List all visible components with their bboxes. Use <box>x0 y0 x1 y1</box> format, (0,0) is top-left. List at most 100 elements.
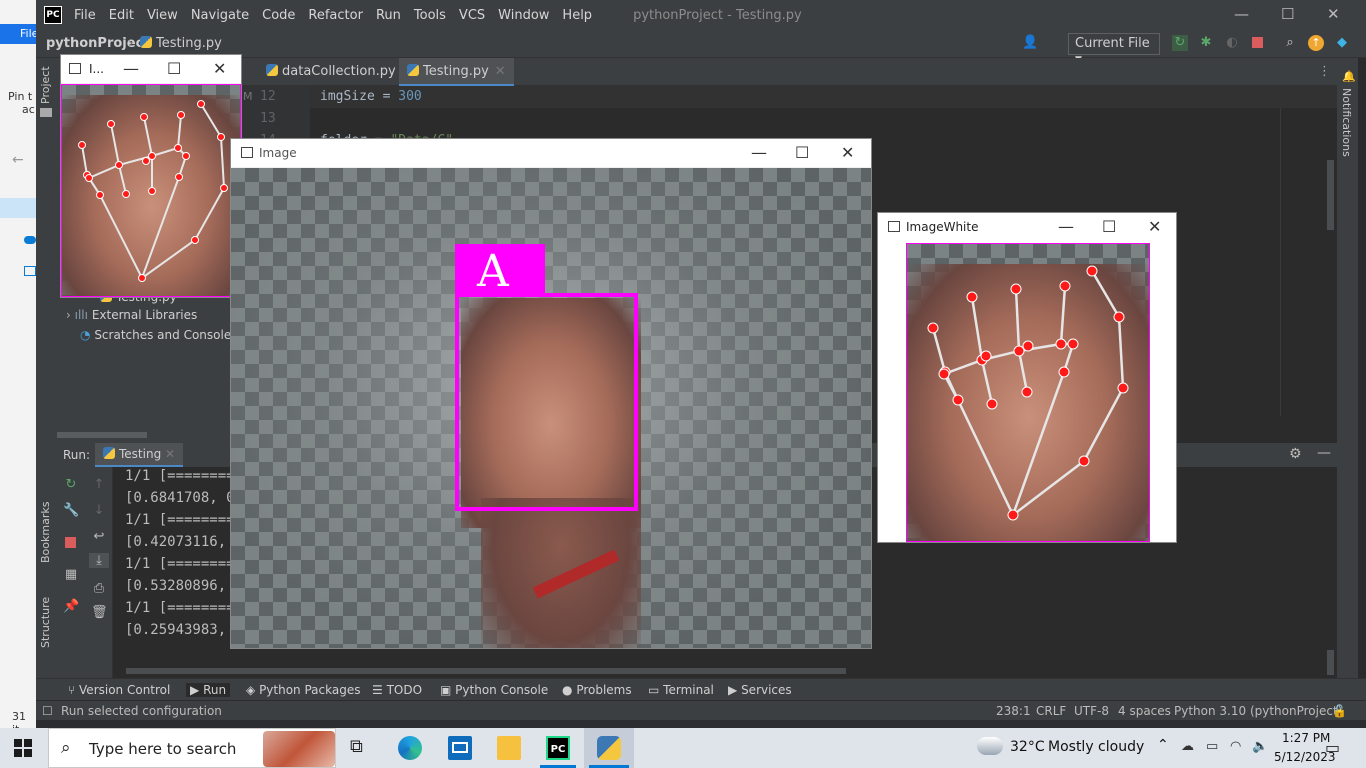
bg-back-icon[interactable]: ← <box>12 152 24 168</box>
tree-item-external-libraries[interactable]: › ıllı External Libraries <box>66 308 197 322</box>
minimize-icon[interactable]: — <box>1058 217 1074 236</box>
lock-icon[interactable]: 🔓 <box>1332 704 1347 718</box>
print-icon[interactable]: ⎙ <box>91 581 107 596</box>
gear-icon[interactable]: ⚙ <box>1289 446 1302 462</box>
rerun-icon[interactable]: ↻ <box>1172 35 1188 51</box>
maximize-icon[interactable]: ☐ <box>1102 217 1116 236</box>
status-encoding[interactable]: UTF-8 <box>1074 704 1109 718</box>
menu-edit[interactable]: Edit <box>109 8 134 23</box>
edge-browser-icon[interactable] <box>398 736 422 760</box>
weather-description[interactable]: Mostly cloudy <box>1048 739 1144 755</box>
close-icon[interactable]: ✕ <box>1148 217 1161 236</box>
menu-window[interactable]: Window <box>498 8 549 23</box>
wrench-icon[interactable]: 🔧 <box>63 503 79 518</box>
chevron-up-icon[interactable]: ⌃ <box>1157 737 1169 753</box>
tool-python-packages[interactable]: ◈ Python Packages <box>246 683 360 697</box>
window-titlebar[interactable]: I... — ☐ ✕ <box>61 55 241 83</box>
volume-icon[interactable]: 🔈 <box>1252 739 1268 754</box>
onedrive-icon[interactable]: ☁ <box>1181 739 1194 754</box>
debug-icon[interactable]: ✱ <box>1198 35 1214 51</box>
status-box-icon[interactable]: ☐ <box>42 704 53 718</box>
bg-file-menu[interactable]: File <box>0 24 38 44</box>
minimize-icon[interactable]: — <box>1234 5 1249 23</box>
minimize-icon[interactable]: — <box>123 59 139 78</box>
tab-close-icon[interactable]: ✕ <box>165 447 175 461</box>
bell-icon[interactable]: 🔔 <box>1342 70 1356 83</box>
wifi-icon[interactable]: ◠ <box>1230 739 1241 754</box>
mail-icon[interactable] <box>448 736 472 760</box>
search-icon[interactable]: ⌕ <box>1282 35 1298 51</box>
status-line-separator[interactable]: CRLF <box>1036 704 1066 718</box>
tool-python-console[interactable]: ▣ Python Console <box>440 683 548 697</box>
user-icon[interactable]: 👤 <box>1022 35 1038 51</box>
notification-center-icon[interactable]: ▭ <box>1325 738 1340 757</box>
console-scrollbar[interactable] <box>126 668 846 674</box>
tool-version-control[interactable]: ⑂ Version Control <box>68 683 170 697</box>
weather-cloud-icon[interactable] <box>977 737 1003 755</box>
status-indent[interactable]: 4 spaces <box>1118 704 1171 718</box>
menu-run[interactable]: Run <box>376 8 401 23</box>
window-titlebar[interactable]: ImageWhite — ☐ ✕ <box>878 213 1176 241</box>
window-titlebar[interactable]: Image — ☐ ✕ <box>231 139 871 167</box>
horizontal-scrollbar[interactable] <box>57 432 147 438</box>
task-view-icon[interactable]: ⧉ <box>350 736 374 760</box>
taskbar-search-box[interactable]: ⌕ Type here to search <box>48 728 336 768</box>
hide-panel-icon[interactable]: — <box>1317 445 1331 461</box>
code-line-12[interactable]: imgSize = 300 <box>320 89 422 104</box>
bg-cloud-icon[interactable] <box>24 236 36 244</box>
run-tab-testing[interactable]: Testing ✕ <box>95 443 184 467</box>
trash-icon[interactable]: 🗑 <box>91 605 108 620</box>
project-tool-tab[interactable]: Project <box>39 66 52 104</box>
bg-pc-icon[interactable] <box>24 266 36 276</box>
editor-scrollbar[interactable] <box>1327 160 1334 230</box>
menu-code[interactable]: Code <box>262 8 295 23</box>
status-position[interactable]: 238:1 <box>996 704 1031 718</box>
soft-wrap-icon[interactable]: ↩ <box>91 529 107 544</box>
jetbrains-icon[interactable]: ◆ <box>1334 35 1350 51</box>
menu-view[interactable]: View <box>147 8 178 23</box>
pycharm-taskbar-icon[interactable]: PC <box>546 736 570 760</box>
notifications-tool-tab[interactable]: Notifications <box>1340 88 1353 157</box>
start-icon[interactable] <box>14 739 32 757</box>
layout-icon[interactable]: ▦ <box>63 567 79 582</box>
tab-testing[interactable]: Testing.py ✕ <box>399 58 514 86</box>
battery-icon[interactable]: ▭ <box>1206 739 1218 754</box>
scroll-to-end-icon[interactable]: ⤓ <box>89 553 109 568</box>
tool-problems[interactable]: ● Problems <box>562 683 632 697</box>
close-icon[interactable]: ✕ <box>1327 5 1340 23</box>
bg-selected-row[interactable] <box>0 198 36 218</box>
menu-file[interactable]: File <box>74 8 96 23</box>
tool-todo[interactable]: ☰ TODO <box>372 683 422 697</box>
tool-services[interactable]: ▶ Services <box>728 683 792 697</box>
tree-item-scratches[interactable]: ◔ Scratches and Consoles <box>80 328 237 342</box>
coverage-icon[interactable]: ◐ <box>1224 35 1240 51</box>
down-arrow-icon[interactable]: ↓ <box>91 503 107 518</box>
maximize-icon[interactable]: ☐ <box>167 59 181 78</box>
console-v-scrollbar[interactable] <box>1327 650 1334 675</box>
menu-vcs[interactable]: VCS <box>459 8 485 23</box>
clock-time[interactable]: 1:27 PM <box>1282 731 1330 745</box>
up-arrow-icon[interactable]: ↑ <box>91 477 107 492</box>
breadcrumb-project[interactable]: pythonProject <box>46 36 150 51</box>
stop-icon[interactable] <box>63 535 79 550</box>
status-interpreter[interactable]: Python 3.10 (pythonProject) <box>1174 704 1342 718</box>
maximize-icon[interactable]: ☐ <box>795 143 809 162</box>
more-options-icon[interactable]: ⋮ <box>1318 64 1331 79</box>
rerun-icon[interactable]: ↻ <box>63 477 79 492</box>
close-icon[interactable]: ✕ <box>213 59 226 78</box>
structure-tool-tab[interactable]: Structure <box>39 597 52 648</box>
menu-navigate[interactable]: Navigate <box>191 8 249 23</box>
tab-datacollection[interactable]: dataCollection.py✕ <box>258 58 421 86</box>
bookmarks-tool-tab[interactable]: Bookmarks <box>39 502 52 563</box>
tool-run[interactable]: ▶ Run <box>186 683 231 697</box>
stop-icon[interactable] <box>1250 35 1266 51</box>
breadcrumb-file[interactable]: Testing.py <box>140 36 222 51</box>
weather-temperature[interactable]: 32°C <box>1010 739 1045 755</box>
menu-tools[interactable]: Tools <box>414 8 446 23</box>
menu-help[interactable]: Help <box>562 8 592 23</box>
minimize-icon[interactable]: — <box>751 143 767 162</box>
maximize-icon[interactable]: ☐ <box>1281 5 1294 23</box>
tool-terminal[interactable]: ▭ Terminal <box>648 683 714 697</box>
file-explorer-icon[interactable] <box>497 736 521 760</box>
tab-close-icon[interactable]: ✕ <box>495 64 506 79</box>
